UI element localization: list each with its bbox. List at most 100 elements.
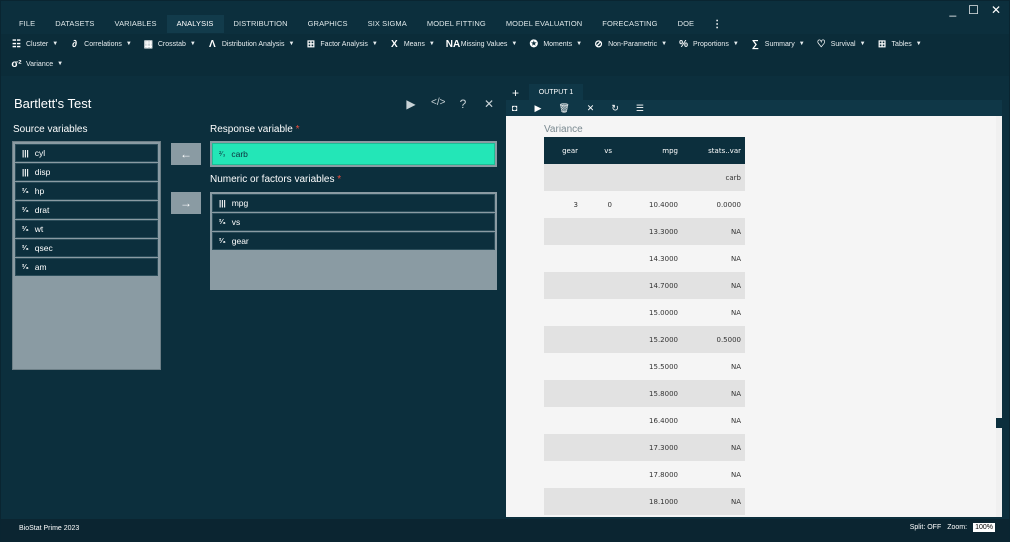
zoom-value[interactable]: 100% [973,523,995,532]
more-menu-icon[interactable]: ⋮ [704,19,730,30]
menu-file[interactable]: FILE [9,15,45,33]
table-cell: NA [682,380,745,407]
menu-doe[interactable]: DOE [668,15,705,33]
table-cell [544,461,582,488]
missing-values-icon: NA [445,38,461,50]
table-cell [544,353,582,380]
variable-label: cyl [34,148,46,158]
toolbar-missing-values[interactable]: NA Missing Values ▼ [446,39,518,50]
toolbar-survival[interactable]: ♡ Survival ▼ [816,39,866,50]
menu-datasets[interactable]: DATASETS [45,15,104,33]
app-name: BioStat Prime 2023 [19,525,80,532]
factors-variables-list[interactable]: ||| mpg ²⁄₃ vs ²⁄₃ gear [210,192,497,290]
toolbar-moments[interactable]: ✪ Moments ▼ [528,39,582,50]
toolbar-means[interactable]: X Means ▼ [389,39,435,50]
code-icon[interactable]: </> [431,97,445,111]
menu-distribution[interactable]: DISTRIBUTION [224,15,298,33]
toolbar-crosstab[interactable]: ▦ Crosstab ▼ [143,39,196,50]
variable-item-drat[interactable]: ²⁄₃ drat [15,201,158,219]
run-icon[interactable]: ▶ [405,97,417,111]
numeric-variable-icon: ²⁄₃ [22,244,29,252]
close-icon[interactable]: ✕ [483,97,495,111]
table-cell: 3 [544,191,582,218]
table-cell [582,218,616,245]
variable-item-qsec[interactable]: ²⁄₃ qsec [15,239,158,257]
move-right-button[interactable]: → [171,192,201,214]
menu-six-sigma[interactable]: SIX SIGMA [358,15,417,33]
table-cell [544,299,582,326]
toolbar-distribution-analysis[interactable]: Λ Distribution Analysis ▼ [207,39,295,50]
table-row: 14.7000 NA [544,272,745,299]
maximize-button[interactable]: ☐ [968,3,979,17]
variable-item-cyl[interactable]: ||| cyl [15,144,158,162]
cluster-icon: ☷ [12,38,21,50]
variable-item-gear[interactable]: ²⁄₃ gear [212,232,495,250]
status-right: Split: OFF Zoom: 100% [910,523,995,532]
toolbar-proportions[interactable]: % Proportions ▼ [678,39,739,50]
menu-variables[interactable]: VARIABLES [105,15,167,33]
response-variable-label: Response variable * [210,124,300,135]
caret-down-icon: ▼ [661,41,668,47]
variable-item-vs[interactable]: ²⁄₃ vs [212,213,495,231]
proportions-icon: % [679,38,688,50]
caret-down-icon: ▼ [371,41,378,47]
list-icon[interactable]: ☰ [636,103,644,114]
save-icon[interactable]: ◘ [512,103,517,113]
menu-model-fitting[interactable]: MODEL FITTING [417,15,496,33]
variable-label: mpg [231,198,249,208]
factor-variable-icon: ||| [22,148,29,158]
toolbar-factor-analysis[interactable]: ⊞ Factor Analysis ▼ [305,39,378,50]
toolbar-cluster[interactable]: ☷ Cluster ▼ [11,39,58,50]
column-header-mpg[interactable]: mpg [616,137,682,164]
help-icon[interactable]: ? [457,97,469,111]
table-cell: 14.3000 [616,245,682,272]
variable-item-am[interactable]: ²⁄₃ am [15,258,158,276]
menu-forecasting[interactable]: FORECASTING [592,15,667,33]
table-cell [582,434,616,461]
move-left-button[interactable]: ← [171,143,201,165]
menu-model-evaluation[interactable]: MODEL EVALUATION [496,15,592,33]
toolbar-label: Missing Values [460,40,508,48]
close-window-button[interactable]: ✕ [991,3,1001,17]
table-cell [582,353,616,380]
scrollbar-thumb[interactable] [996,418,1002,428]
toolbar-correlations[interactable]: ∂ Correlations ▼ [69,39,132,50]
means-icon: X [390,38,398,50]
response-variable-box[interactable]: ²⁄₃ carb [210,141,497,167]
add-output-button[interactable]: + [512,86,519,100]
table-cell: carb [682,164,745,191]
toolbar-variance[interactable]: σ² Variance ▼ [11,59,63,70]
export-icon[interactable]: ▶ [534,103,541,114]
tables-icon: ⊞ [877,38,887,50]
toolbar-summary[interactable]: ∑ Summary ▼ [750,39,805,50]
tab-output-1[interactable]: OUTPUT 1 [529,84,583,100]
table-cell: NA [682,407,745,434]
numeric-variable-icon: ²⁄₃ [22,263,29,271]
table-cell: 17.3000 [616,434,682,461]
output-scrollbar[interactable] [996,116,1002,517]
table-row: 17.8000 NA [544,461,745,488]
required-mark: * [337,174,342,185]
minimize-button[interactable]: _ [949,3,956,17]
menu-graphics[interactable]: GRAPHICS [298,15,358,33]
toolbar-non-parametric[interactable]: ⊘ Non-Parametric ▼ [593,39,667,50]
delete-icon[interactable]: 🗑 [558,103,569,114]
column-header-stats-var[interactable]: stats..var [682,137,745,164]
caret-down-icon: ▼ [859,41,866,47]
menu-analysis[interactable]: ANALYSIS [166,15,224,33]
variable-item-disp[interactable]: ||| disp [15,163,158,181]
source-variables-list[interactable]: ||| cyl ||| disp ²⁄₃ hp ²⁄₃ drat ²⁄₃ wt ²⁄₃ qsec ²⁄₃… [12,141,161,370]
refresh-icon[interactable]: ↻ [611,103,619,114]
toolbar-tables[interactable]: ⊞ Tables ▼ [877,39,922,50]
caret-down-icon: ▼ [288,41,295,47]
moments-icon: ✪ [529,38,538,50]
toolbar-row-1: ☷ Cluster ▼ ∂ Correlations ▼ ▦ Crosstab ▼ Λ Distri… [1,34,1009,54]
column-header-vs[interactable]: vs [582,137,616,164]
variable-item-mpg[interactable]: ||| mpg [212,194,495,212]
variable-item-wt[interactable]: ²⁄₃ wt [15,220,158,238]
variable-item-hp[interactable]: ²⁄₃ hp [15,182,158,200]
split-status[interactable]: Split: OFF [910,524,942,531]
column-header-gear[interactable]: gear [544,137,582,164]
response-item[interactable]: ²⁄₃ carb [212,143,495,165]
clear-icon[interactable]: ✕ [587,103,595,114]
